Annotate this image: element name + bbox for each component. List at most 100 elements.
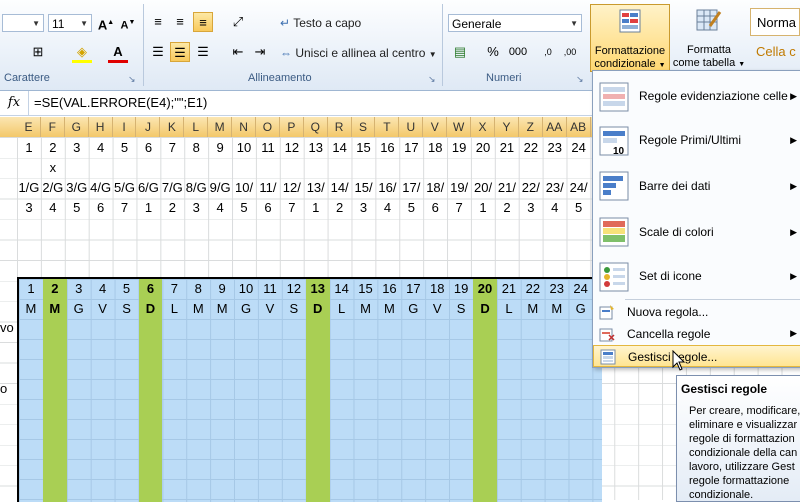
column-header[interactable]: N bbox=[232, 117, 256, 137]
align-bottom-icon[interactable]: ≡ bbox=[193, 12, 213, 32]
formula-input[interactable]: =SE(VAL.ERRORE(E4);"";E1) bbox=[34, 91, 207, 115]
cell[interactable]: 5 bbox=[113, 138, 137, 158]
wrap-text-button[interactable]: ↵ Testo a capo bbox=[280, 13, 361, 33]
calendar-weekday[interactable]: M bbox=[521, 299, 545, 319]
decrease-decimal-icon[interactable]: ,00 bbox=[560, 42, 580, 62]
cell[interactable]: 13/ bbox=[304, 178, 328, 198]
cell[interactable]: 6 bbox=[137, 138, 161, 158]
calendar-day[interactable]: 10 bbox=[234, 279, 258, 299]
calendar-day[interactable]: 20 bbox=[473, 279, 497, 299]
column-header[interactable]: Y bbox=[495, 117, 519, 137]
cell[interactable]: 6 bbox=[89, 198, 113, 218]
number-format-combo[interactable]: Generale ▼ bbox=[448, 14, 582, 32]
cell[interactable]: 7/G bbox=[160, 178, 184, 198]
style-check-cell[interactable]: Cella c bbox=[750, 40, 800, 64]
column-header[interactable]: P bbox=[280, 117, 304, 137]
column-header[interactable]: AA bbox=[543, 117, 567, 137]
shrink-font-button[interactable]: A▼ bbox=[118, 13, 138, 33]
calendar-day[interactable]: 6 bbox=[139, 279, 163, 299]
calendar-weekday[interactable]: S bbox=[449, 299, 473, 319]
cell[interactable]: 2 bbox=[328, 198, 352, 218]
calendar-weekday[interactable]: G bbox=[569, 299, 593, 319]
calendar-weekday[interactable]: M bbox=[354, 299, 378, 319]
calendar-day[interactable]: 1 bbox=[19, 279, 43, 299]
calendar-day[interactable]: 21 bbox=[497, 279, 521, 299]
cell[interactable]: 17/ bbox=[399, 178, 423, 198]
cell[interactable]: 5/G bbox=[113, 178, 137, 198]
cell[interactable]: 5 bbox=[232, 198, 256, 218]
cell[interactable]: 7 bbox=[447, 198, 471, 218]
calendar-block[interactable]: 1 2 3 4 5 6 7 8 9 10 11 12 13 14 15 16 17 18 19 20 21 22 23 24 M… bbox=[17, 277, 602, 502]
cell[interactable]: 3 bbox=[352, 198, 376, 218]
calendar-weekday[interactable]: M bbox=[186, 299, 210, 319]
cell[interactable]: 4/G bbox=[89, 178, 113, 198]
cell[interactable]: 3 bbox=[184, 198, 208, 218]
calendar-weekday[interactable]: D bbox=[139, 299, 163, 319]
menu-item-highlight-rules[interactable]: Regole evidenziazione celle ▶ bbox=[593, 75, 800, 119]
cell[interactable]: 2 bbox=[160, 198, 184, 218]
calendar-weekday[interactable]: G bbox=[401, 299, 425, 319]
column-header[interactable]: W bbox=[447, 117, 472, 137]
column-header[interactable]: X bbox=[471, 117, 495, 137]
insert-function-icon[interactable]: fx bbox=[0, 91, 29, 115]
calendar-weekday[interactable]: M bbox=[210, 299, 234, 319]
cell[interactable]: 18/ bbox=[423, 178, 447, 198]
column-header[interactable]: Z bbox=[519, 117, 543, 137]
thousands-button[interactable]: 000 bbox=[506, 42, 530, 62]
calendar-weekday[interactable]: M bbox=[43, 299, 67, 319]
cell[interactable]: 4 bbox=[41, 198, 65, 218]
cell[interactable]: 8 bbox=[184, 138, 208, 158]
cell[interactable]: 4 bbox=[208, 198, 232, 218]
column-header[interactable]: M bbox=[208, 117, 233, 137]
cell[interactable]: 3 bbox=[65, 138, 89, 158]
cell[interactable]: 2 bbox=[495, 198, 519, 218]
column-header[interactable]: G bbox=[65, 117, 89, 137]
align-left-icon[interactable]: ☰ bbox=[148, 42, 168, 62]
menu-item-manage-rules[interactable]: Gestisci regole... bbox=[593, 345, 800, 367]
align-center-icon[interactable]: ☰ bbox=[170, 42, 190, 62]
calendar-day[interactable]: 22 bbox=[521, 279, 545, 299]
cell[interactable]: 3 bbox=[519, 198, 543, 218]
cell[interactable]: 3 bbox=[17, 198, 41, 218]
cell[interactable]: 9 bbox=[208, 138, 232, 158]
cell[interactable]: 11 bbox=[256, 138, 280, 158]
cell[interactable]: 8/G bbox=[184, 178, 208, 198]
calendar-weekday[interactable]: G bbox=[67, 299, 91, 319]
cell[interactable]: 1 bbox=[304, 198, 328, 218]
cell[interactable]: 24 bbox=[567, 138, 591, 158]
cell[interactable]: 5 bbox=[567, 198, 591, 218]
dialog-launcher-icon[interactable]: ↘ bbox=[428, 74, 436, 85]
cell[interactable]: 19/ bbox=[447, 178, 471, 198]
calendar-weekday[interactable]: L bbox=[497, 299, 521, 319]
calendar-day[interactable]: 12 bbox=[282, 279, 306, 299]
column-header[interactable]: O bbox=[256, 117, 280, 137]
calendar-day[interactable]: 19 bbox=[449, 279, 473, 299]
cell[interactable]: 12 bbox=[280, 138, 304, 158]
cell[interactable]: 23/ bbox=[543, 178, 567, 198]
cell[interactable]: 7 bbox=[113, 198, 137, 218]
merge-center-button[interactable]: ⇔ Unisci e allinea al centro ▼ bbox=[280, 43, 437, 63]
grow-font-button[interactable]: A▲ bbox=[96, 13, 116, 33]
calendar-day[interactable]: 14 bbox=[330, 279, 354, 299]
calendar-weekday[interactable]: M bbox=[545, 299, 569, 319]
cell[interactable]: 20 bbox=[471, 138, 495, 158]
calendar-day[interactable]: 2 bbox=[43, 279, 67, 299]
column-header[interactable]: S bbox=[352, 117, 376, 137]
calendar-day[interactable]: 18 bbox=[425, 279, 449, 299]
calendar-weekday[interactable]: L bbox=[162, 299, 186, 319]
cell[interactable]: 13 bbox=[304, 138, 328, 158]
cell[interactable]: 2 bbox=[41, 138, 65, 158]
calendar-day[interactable]: 5 bbox=[115, 279, 139, 299]
column-header[interactable]: E bbox=[17, 117, 41, 137]
calendar-weekday[interactable]: M bbox=[19, 299, 43, 319]
menu-item-color-scales[interactable]: Scale di colori ▶ bbox=[593, 209, 800, 255]
calendar-weekday[interactable]: M bbox=[378, 299, 402, 319]
align-middle-icon[interactable]: ≡ bbox=[170, 12, 190, 32]
cell[interactable]: 10 bbox=[232, 138, 256, 158]
menu-item-icon-sets[interactable]: Set di icone ▶ bbox=[593, 255, 800, 299]
cell[interactable]: 14 bbox=[328, 138, 352, 158]
cell[interactable]: 11/ bbox=[256, 178, 280, 198]
cell[interactable]: 16 bbox=[376, 138, 400, 158]
calendar-weekday[interactable]: V bbox=[258, 299, 282, 319]
percent-button[interactable]: % bbox=[483, 42, 503, 62]
